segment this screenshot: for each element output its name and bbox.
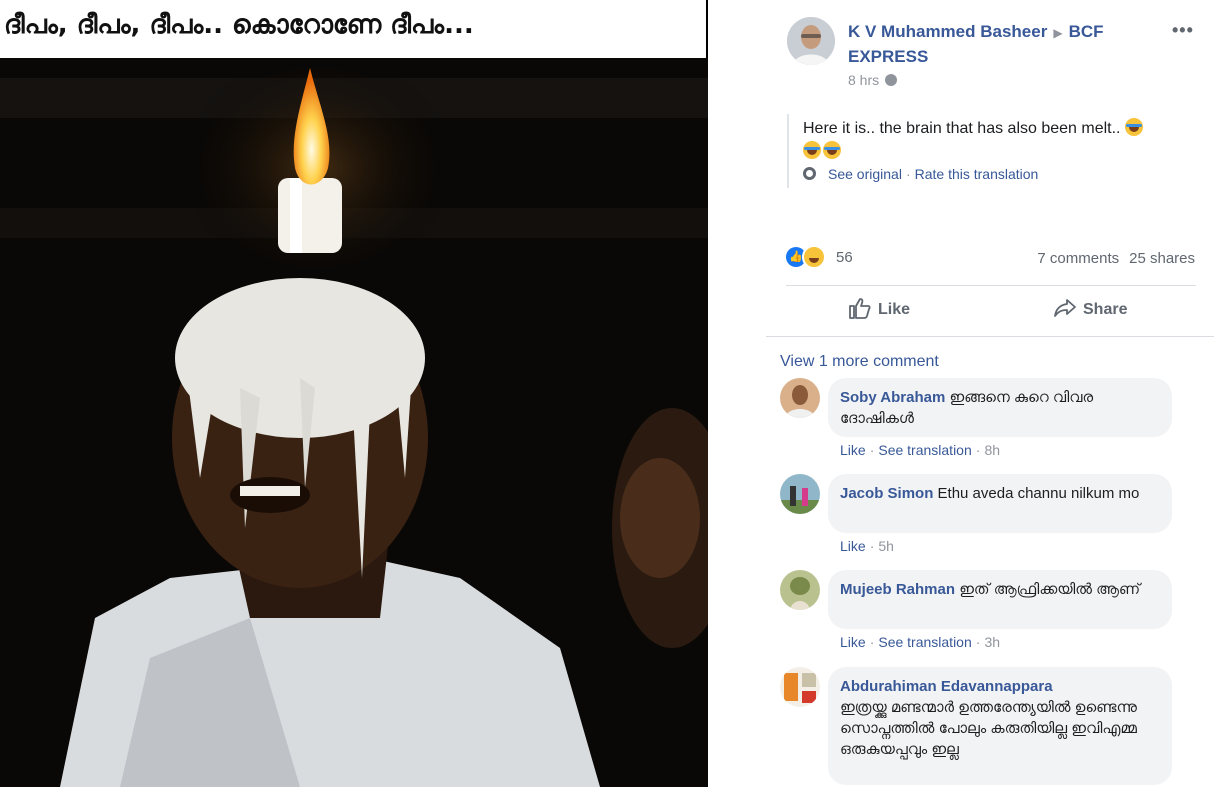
commenter-avatar[interactable] <box>780 667 820 707</box>
post-text: Here it is.. the brain that has also bee… <box>803 117 1193 163</box>
gear-icon[interactable] <box>803 167 816 180</box>
author-avatar-image <box>787 17 835 65</box>
post-timestamp[interactable]: 8 hrs <box>848 72 879 88</box>
share-button[interactable]: Share <box>1053 292 1127 328</box>
commenter-name[interactable]: Abdurahiman Edavannappara <box>840 678 1053 695</box>
translation-row: See original · Rate this translation <box>803 166 1038 182</box>
comment-like-link[interactable]: Like <box>840 442 866 458</box>
thumbs-up-icon <box>849 298 871 319</box>
arrow-right-icon: ▶ <box>1053 26 1063 40</box>
divider <box>786 285 1196 286</box>
laughing-emoji-icon <box>823 141 841 159</box>
share-arrow-icon <box>1054 299 1076 317</box>
post-author-line: K V Muhammed Basheer ▶ BCF EXPRESS <box>848 20 1138 69</box>
author-name[interactable]: K V Muhammed Basheer <box>848 22 1047 41</box>
commenter-avatar[interactable] <box>780 378 820 418</box>
panel-gap <box>708 0 766 787</box>
comment-meta: Like · See translation · 8h <box>840 442 1000 458</box>
comment-like-link[interactable]: Like <box>840 634 866 650</box>
comment-text: ഇത്രയ്ക്കു മണ്ടന്മാർ ഉത്തരേന്ത്യയിൽ ഉണ്ട… <box>840 699 1137 758</box>
laughing-emoji-icon <box>1124 118 1143 136</box>
like-label: Like <box>878 301 911 318</box>
shares-count-link[interactable]: 25 shares <box>1129 250 1195 267</box>
comment-bubble: Abdurahiman Edavannappara ഇത്രയ്ക്കു മണ്… <box>828 667 1172 785</box>
engagement-counts: 7 comments 25 shares <box>1037 250 1195 267</box>
comment-time[interactable]: 5h <box>878 538 894 554</box>
separator-dot: · <box>869 442 875 458</box>
like-button[interactable]: Like <box>848 292 910 328</box>
rate-translation-link[interactable]: Rate this translation <box>915 166 1039 182</box>
comments-count-link[interactable]: 7 comments <box>1037 250 1119 267</box>
commenter-avatar-image <box>780 667 820 707</box>
comment-text: Ethu aveda channu nilkum mo <box>937 485 1140 502</box>
comment-time[interactable]: 8h <box>984 442 1000 458</box>
comment-bubble: Mujeeb Rahman ഇത് ആഫ്രിക്കയിൽ ആണ് <box>828 570 1172 629</box>
comment-bubble: Soby Abraham ഇങ്ങനെ കുറെ വിവര ദോഷികൾ <box>828 378 1172 437</box>
see-original-link[interactable]: See original <box>828 166 902 182</box>
comment-meta: Like · See translation · 3h <box>840 634 1000 650</box>
comment-time[interactable]: 3h <box>984 634 1000 650</box>
commenter-name[interactable]: Soby Abraham <box>840 389 945 406</box>
comments-divider <box>766 336 1214 337</box>
laughing-emoji-icon <box>803 141 821 159</box>
comment-bubble: Jacob Simon Ethu aveda channu nilkum mo <box>828 474 1172 533</box>
view-more-comments-link[interactable]: View 1 more comment <box>780 353 939 371</box>
haha-reaction-icon <box>802 245 826 269</box>
more-options-icon[interactable]: ••• <box>1172 20 1194 41</box>
post-time: 8 hrs <box>848 72 898 88</box>
commenter-avatar[interactable] <box>780 474 820 514</box>
commenter-avatar-image <box>780 378 820 418</box>
photo-image <box>0 58 708 787</box>
separator-dot: · <box>869 634 875 650</box>
separator-dot: · <box>975 634 981 650</box>
see-translation-link[interactable]: See translation <box>878 634 971 650</box>
comment-like-link[interactable]: Like <box>840 538 866 554</box>
post-text-body: Here it is.. the brain that has also bee… <box>803 120 1125 137</box>
globe-icon <box>885 74 898 86</box>
post-actions: Like Share <box>786 292 1196 328</box>
commenter-avatar-image <box>780 474 820 514</box>
commenter-name[interactable]: Jacob Simon <box>840 485 933 502</box>
reaction-count: 56 <box>836 249 853 266</box>
share-label: Share <box>1083 301 1128 318</box>
comment-text: ഇത് ആഫ്രിക്കയിൽ ആണ് <box>959 581 1141 598</box>
commenter-name[interactable]: Mujeeb Rahman <box>840 581 955 598</box>
comment-meta: Like · 5h <box>840 538 894 554</box>
commenter-avatar[interactable] <box>780 570 820 610</box>
see-translation-link[interactable]: See translation <box>878 442 971 458</box>
separator-dot: · <box>905 166 911 182</box>
separator-dot: · <box>869 538 875 554</box>
commenter-avatar-image <box>780 570 820 610</box>
meme-caption: ദീപം, ദീപം, ദീപം.. കൊറോണേ ദീപം... <box>0 0 706 58</box>
author-avatar[interactable] <box>787 17 835 65</box>
translation-quote-bar <box>787 114 789 188</box>
post-photo[interactable]: ദീപം, ദീപം, ദീപം.. കൊറോണേ ദീപം... <box>0 0 708 787</box>
separator-dot: · <box>975 442 981 458</box>
